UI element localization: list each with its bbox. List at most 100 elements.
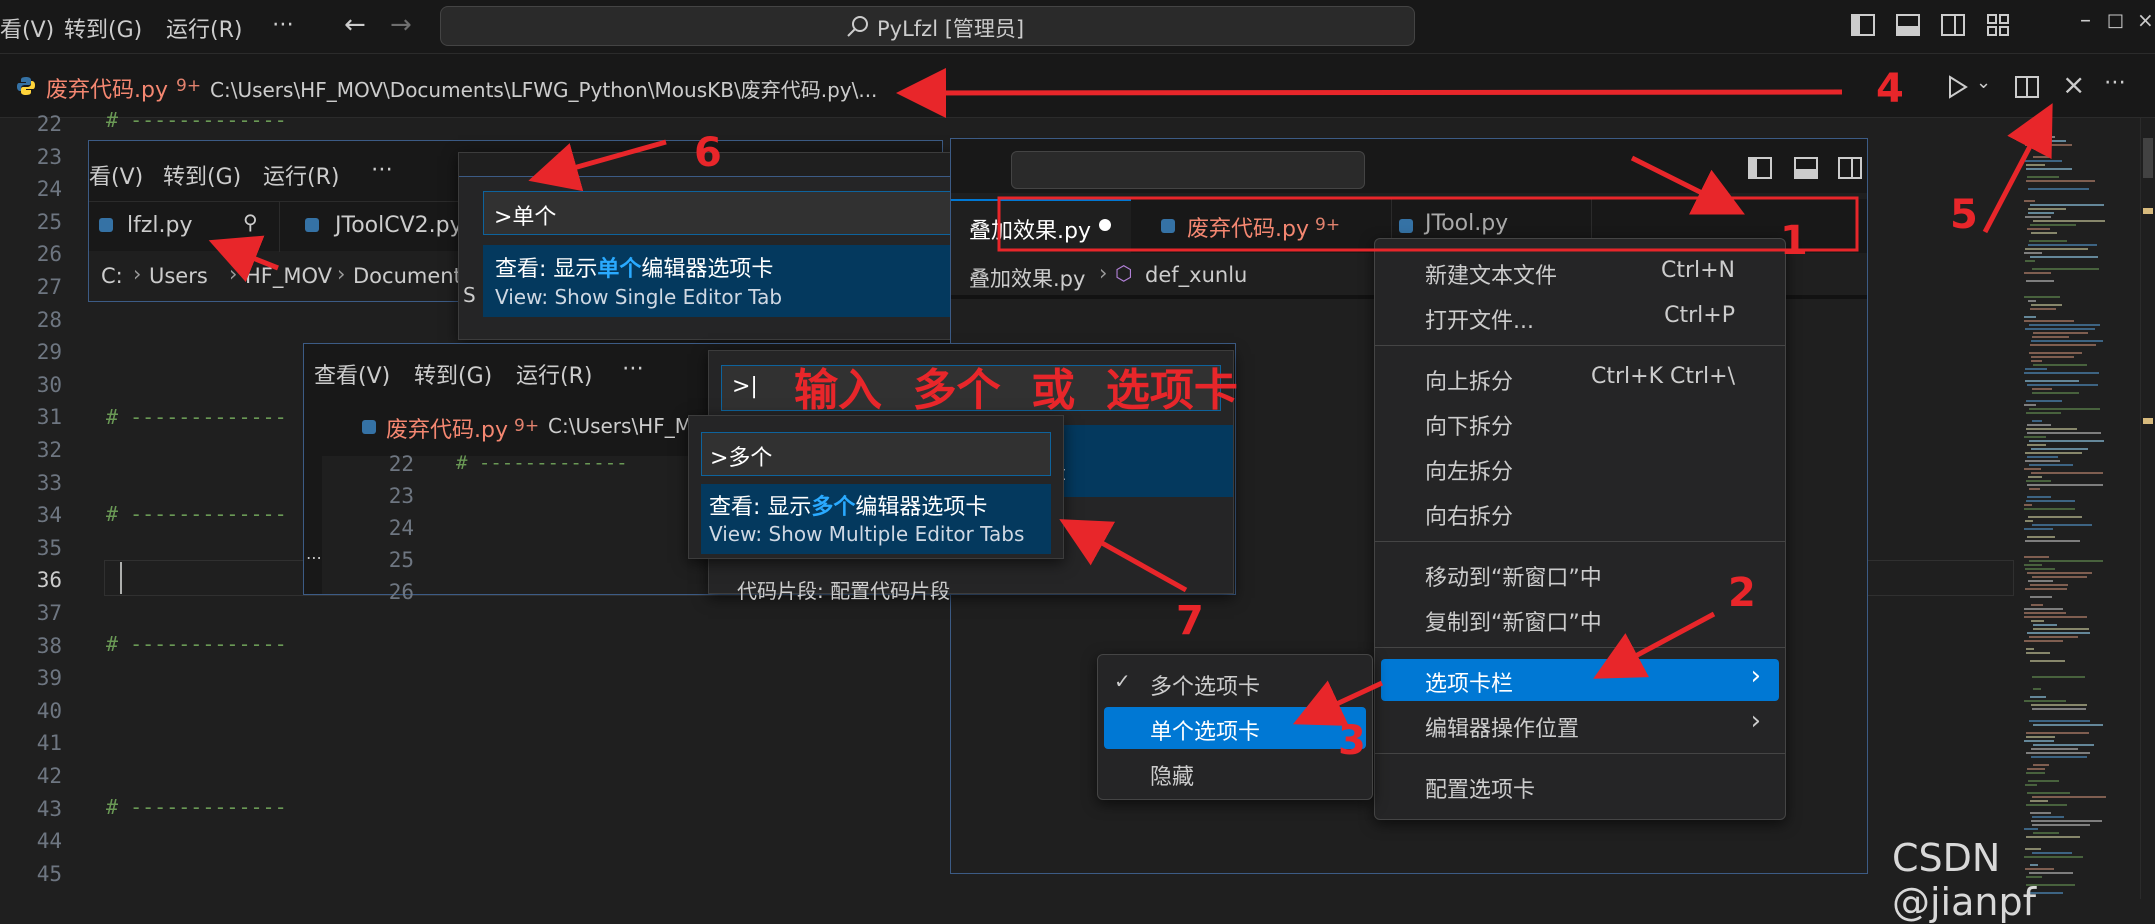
context-menu-item[interactable]: 选项卡栏 › <box>1381 659 1779 701</box>
command-item-label: 查看: 显示多个编辑器选项卡 <box>709 489 987 521</box>
submenu-item-label: 多个选项卡 <box>1150 675 1261 700</box>
menu-run[interactable]: 运行(R) <box>516 358 592 390</box>
line-number: 45 <box>36 862 62 886</box>
line-number: 26 <box>36 242 62 266</box>
menu-goto[interactable]: 转到(G) <box>163 159 241 191</box>
context-menu-item[interactable]: 配置选项卡 <box>1375 765 1785 805</box>
tab-jtoolcv2[interactable]: JToolCV2.py <box>335 213 463 238</box>
toggle-primary-sidebar-icon[interactable] <box>1747 155 1773 181</box>
forward-arrow-icon[interactable]: → <box>390 10 412 40</box>
command-input-value: >| <box>732 374 758 399</box>
tab-jtool[interactable]: JTool.py <box>1425 211 1508 236</box>
context-menu-item[interactable]: 编辑器操作位置 › <box>1375 704 1785 744</box>
context-menu-item-label: 向上拆分 <box>1425 370 1514 395</box>
tab-overlay-effect[interactable]: 叠加效果.py <box>969 213 1091 245</box>
menu-view[interactable]: 看(V) <box>89 159 143 191</box>
context-menu-keybinding: Ctrl+N <box>1660 258 1735 283</box>
breadcrumb-item[interactable]: C: <box>101 264 123 288</box>
close-window-icon[interactable]: × <box>2137 8 2154 32</box>
tab-lfzl[interactable]: lfzl.py <box>127 213 193 238</box>
tab-name[interactable]: 废弃代码.py <box>46 72 168 104</box>
menu-view[interactable]: 看(V) <box>0 12 54 44</box>
label-highlight: 单个 <box>597 257 642 282</box>
text-cursor <box>120 562 122 594</box>
context-menu-item[interactable]: 复制到“新窗口”中 <box>1375 598 1785 638</box>
minimap[interactable] <box>2020 118 2140 899</box>
line-number: 32 <box>36 438 62 462</box>
toggle-panel-icon[interactable] <box>1895 12 1921 38</box>
more-menu-button[interactable]: ⋯ <box>371 157 393 182</box>
context-menu-item-label: 配置选项卡 <box>1425 778 1536 803</box>
menu-goto[interactable]: 转到(G) <box>414 358 492 390</box>
breadcrumb-item[interactable]: HF_MOV <box>245 264 332 288</box>
menu-separator <box>1375 345 1785 346</box>
pin-icon[interactable]: ⚲ <box>243 210 258 234</box>
editor-more-actions-icon[interactable]: ⋯ <box>2104 70 2126 95</box>
context-menu-item[interactable]: 向下拆分 <box>1375 402 1785 442</box>
label-part: 编辑器选项卡 <box>641 257 774 282</box>
annotation-number-4: 4 <box>1876 66 1904 112</box>
tab-deprecated-code[interactable]: 废弃代码.py <box>1187 211 1309 243</box>
command-item-show-multiple-tabs[interactable]: 查看: 显示多个编辑器选项卡 View: Show Multiple Edito… <box>701 484 1051 554</box>
context-menu-item-label: 移动到“新窗口”中 <box>1425 566 1602 591</box>
tab-deprecated-code[interactable]: 废弃代码.py <box>386 412 508 444</box>
more-menu-button[interactable]: ⋯ <box>272 12 294 37</box>
context-menu-keybinding: Ctrl+P <box>1664 303 1735 328</box>
command-center[interactable] <box>1011 151 1365 189</box>
context-menu-item[interactable]: 打开文件... Ctrl+P <box>1375 296 1785 336</box>
line-number: 28 <box>36 308 62 332</box>
command-item-show-single-tab[interactable]: 查看: 显示单个编辑器选项卡 View: Show Single Editor … <box>483 245 975 317</box>
command-input[interactable]: >多个 <box>701 432 1051 476</box>
menu-separator <box>1375 541 1785 542</box>
breadcrumb-symbol[interactable]: def_xunlu <box>1145 263 1247 287</box>
toggle-secondary-sidebar-icon[interactable] <box>1940 12 1966 38</box>
python-file-icon <box>99 218 113 232</box>
split-editor-icon[interactable] <box>2014 74 2040 100</box>
command-item-snippets[interactable]: 代码片段: 配置代码片段 <box>737 575 950 604</box>
toggle-secondary-sidebar-icon[interactable] <box>1837 155 1863 181</box>
submenu-item-multiple-tabs[interactable]: 多个选项卡 <box>1098 663 1372 703</box>
command-input[interactable]: >单个 <box>483 191 975 235</box>
vertical-scrollbar[interactable] <box>2140 118 2155 899</box>
context-menu-item[interactable]: 向左拆分 <box>1375 447 1785 487</box>
menu-separator <box>1375 647 1785 648</box>
minimize-icon[interactable]: – <box>2080 8 2091 33</box>
context-menu-item[interactable]: 新建文本文件 Ctrl+N <box>1375 251 1785 291</box>
toggle-panel-icon[interactable] <box>1793 155 1819 181</box>
run-icon[interactable] <box>1944 74 1970 100</box>
menu-goto[interactable]: 转到(G) <box>64 12 142 44</box>
command-item-detail: View: Show Multiple Editor Tabs <box>709 522 1025 546</box>
context-menu-item[interactable]: 移动到“新窗口”中 <box>1375 553 1785 593</box>
line-number: 31 <box>36 405 62 429</box>
tab-path: C:\Users\HF_M <box>548 414 692 438</box>
context-menu-item[interactable]: 向上拆分 Ctrl+K Ctrl+\ <box>1375 357 1785 397</box>
breadcrumb-file[interactable]: 叠加效果.py <box>969 263 1085 293</box>
code-comment: # ------------- <box>106 108 287 132</box>
code-comment: # ------------- <box>106 795 287 819</box>
tab-path: C:\Users\HF_MOV\Documents\LFWG_Python\Mo… <box>210 78 878 102</box>
restore-icon[interactable]: □ <box>2107 10 2124 31</box>
submenu-item-single-tab[interactable]: 单个选项卡 <box>1104 707 1366 749</box>
submenu-item-hidden[interactable]: 隐藏 <box>1098 753 1372 793</box>
customize-layout-icon[interactable] <box>1985 12 2011 38</box>
context-menu-item[interactable]: 向右拆分 <box>1375 492 1785 532</box>
more-menu-button[interactable]: ⋯ <box>622 356 644 381</box>
symbol-method-icon: ⬡ <box>1115 261 1133 285</box>
close-editor-icon[interactable]: × <box>2062 68 2085 101</box>
breadcrumb-item[interactable]: Users <box>149 264 208 288</box>
breadcrumb-item[interactable]: Documents <box>353 264 473 288</box>
line-number: 35 <box>36 536 62 560</box>
line-number: 29 <box>36 340 62 364</box>
toggle-primary-sidebar-icon[interactable] <box>1850 12 1876 38</box>
menu-view[interactable]: 查看(V) <box>314 358 390 390</box>
editor-tab-bar: 废弃代码.py 9+ C:\Users\HF_MOV\Documents\LFW… <box>0 54 2155 118</box>
title-bar: 看(V) 转到(G) 运行(R) ⋯ ← → PyLfzl [管理员] – □ … <box>0 0 2155 54</box>
activity-more-icon[interactable]: ⋯ <box>306 548 322 567</box>
menu-run[interactable]: 运行(R) <box>166 12 242 44</box>
context-menu-item-label: 编辑器操作位置 <box>1425 717 1580 742</box>
command-center[interactable]: PyLfzl [管理员] <box>440 6 1415 46</box>
run-dropdown-chevron-icon[interactable]: ⌄ <box>1976 72 1991 93</box>
unsaved-dot-icon[interactable] <box>1099 219 1111 231</box>
menu-run[interactable]: 运行(R) <box>263 159 339 191</box>
back-arrow-icon[interactable]: ← <box>344 10 366 40</box>
